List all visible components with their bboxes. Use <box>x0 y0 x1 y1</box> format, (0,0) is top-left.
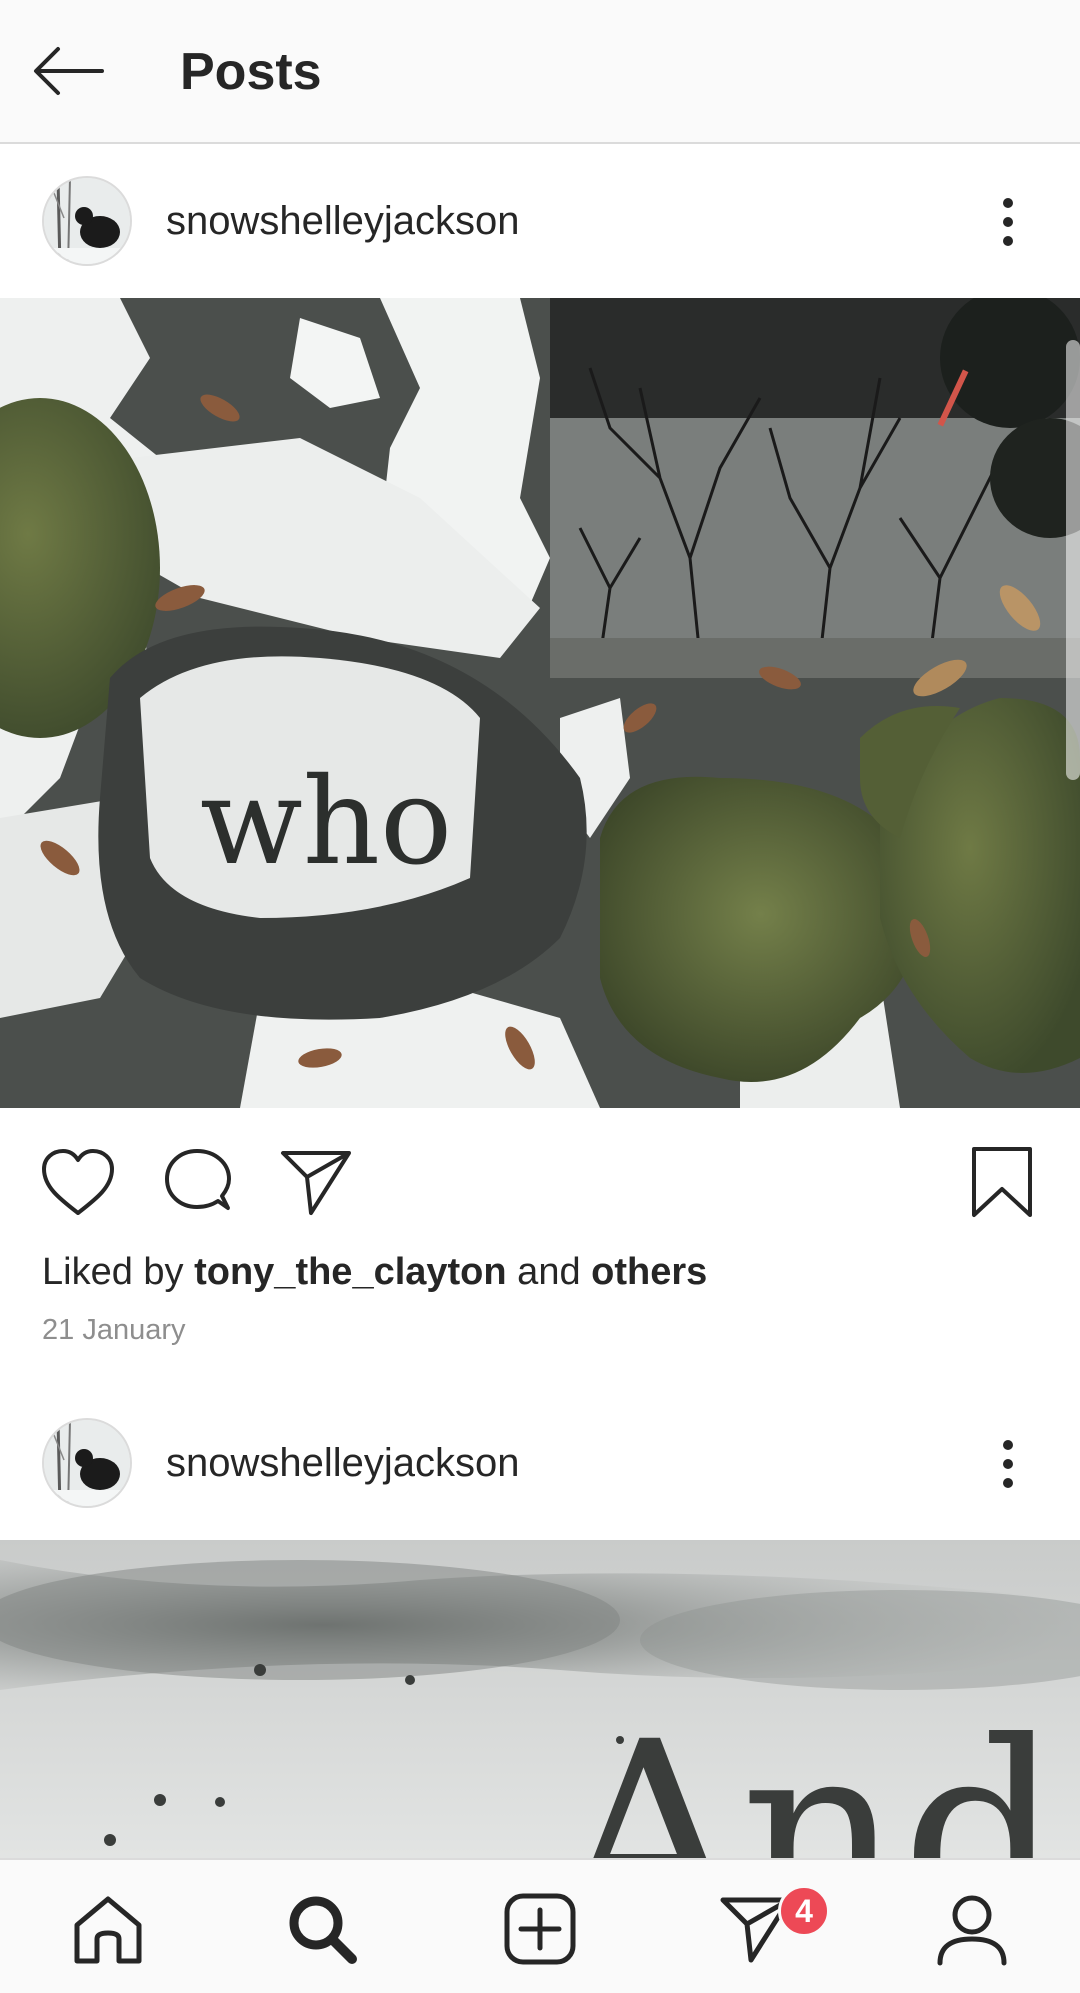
comment-icon <box>165 1149 231 1210</box>
carved-word: And <box>558 1688 1062 1858</box>
dot <box>1003 1478 1013 1488</box>
comment-button[interactable] <box>158 1142 238 1222</box>
liked-by-user-link[interactable]: tony_the_clayton <box>194 1251 507 1293</box>
save-button[interactable] <box>962 1142 1042 1222</box>
top-bar: Posts <box>0 0 1080 144</box>
post-image[interactable]: And <box>0 1540 1080 1858</box>
page-title: Posts <box>180 43 322 101</box>
liked-by-others-link[interactable]: others <box>591 1251 707 1293</box>
carved-word: who <box>200 753 452 892</box>
liked-by-and: and <box>506 1251 592 1293</box>
paper-plane-icon <box>281 1151 351 1215</box>
nav-search[interactable] <box>272 1884 372 1974</box>
dot <box>1003 1440 1013 1450</box>
post-image[interactable]: who <box>0 298 1080 1108</box>
like-button[interactable] <box>38 1142 118 1222</box>
home-icon <box>74 1896 142 1964</box>
back-button[interactable] <box>28 36 108 106</box>
post-header: snowshelleyjackson <box>0 146 1080 298</box>
nav-profile[interactable] <box>922 1884 1022 1974</box>
post-date: 21 January <box>42 1314 186 1346</box>
dot <box>1003 217 1013 227</box>
arrow-left-icon <box>34 47 104 95</box>
add-post-icon <box>504 1893 576 1965</box>
share-button[interactable] <box>276 1142 356 1222</box>
heart-icon <box>42 1149 114 1215</box>
nav-new-post[interactable] <box>490 1884 590 1974</box>
profile-icon <box>937 1895 1007 1966</box>
dot <box>1003 198 1013 208</box>
avatar[interactable] <box>42 176 132 266</box>
search-icon <box>289 1896 357 1964</box>
bottom-navigation <box>0 1858 1080 1993</box>
scrollbar[interactable] <box>1066 340 1080 780</box>
post-username[interactable]: snowshelleyjackson <box>166 196 520 246</box>
dot <box>1003 1459 1013 1469</box>
more-options-button[interactable] <box>984 186 1032 258</box>
liked-by-prefix: Liked by <box>42 1251 195 1293</box>
more-options-button[interactable] <box>984 1428 1032 1500</box>
avatar[interactable] <box>42 1418 132 1508</box>
dot <box>1003 236 1013 246</box>
bookmark-icon <box>972 1147 1032 1217</box>
post-actions <box>0 1108 1080 1248</box>
likes-text: Liked by tony_the_clayton and others <box>42 1248 707 1296</box>
messages-badge: 4 <box>778 1885 830 1937</box>
nav-home[interactable] <box>58 1884 158 1974</box>
post-username[interactable]: snowshelleyjackson <box>166 1438 520 1488</box>
post-header: snowshelleyjackson <box>0 1388 1080 1540</box>
